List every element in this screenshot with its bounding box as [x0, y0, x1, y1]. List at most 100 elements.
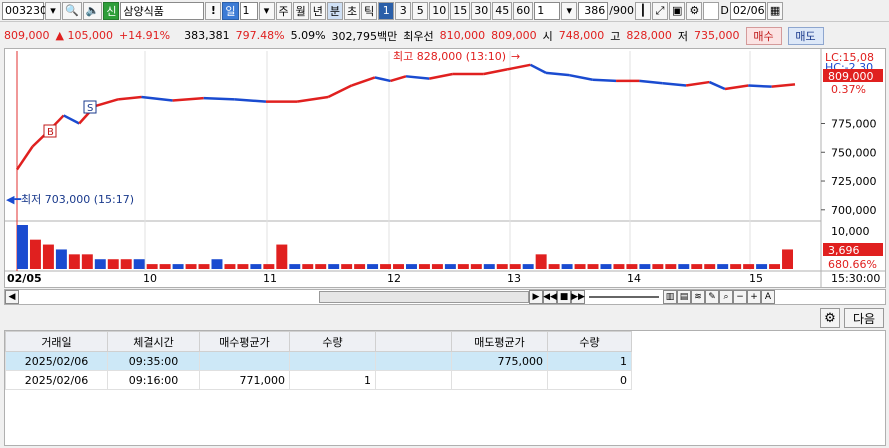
sound-icon[interactable]: 🔈 [82, 1, 103, 20]
save-icon[interactable]: ▣ [668, 1, 686, 20]
period-day-tab[interactable]: 일 [222, 1, 239, 20]
volume-bar [639, 264, 651, 269]
volume-bar [717, 264, 729, 269]
minute-1-button[interactable]: 1 [378, 1, 395, 20]
y-axis-tick-label: 700,000 [831, 204, 877, 217]
period-value-input[interactable]: 1 [239, 1, 258, 20]
zoom-icon[interactable]: ⌕ [719, 290, 733, 304]
price-segment [529, 63, 547, 74]
volume-bar [561, 264, 573, 269]
x-label-10: 10 [143, 272, 157, 285]
price-segment [545, 71, 570, 77]
price-segment [374, 76, 391, 83]
minute-60-button[interactable]: 60 [513, 1, 534, 20]
layout-icon[interactable]: ▥ [663, 290, 677, 304]
next-button[interactable]: 다음 [844, 308, 884, 328]
volume-bar [535, 254, 547, 269]
volume-bar [769, 264, 781, 269]
buy-button[interactable]: 매수 [745, 26, 782, 45]
stock-name-field[interactable]: 삼양식품 [120, 1, 205, 20]
volume-bar [211, 259, 223, 269]
volume-bar [380, 264, 392, 269]
price-segment [662, 81, 687, 87]
split-icon[interactable]: ▤ [677, 290, 691, 304]
unit-dropdown[interactable]: ▾ [561, 1, 578, 20]
alert-button[interactable]: ! [205, 1, 222, 20]
price-segment [708, 80, 726, 91]
count-input[interactable]: 386 [578, 1, 609, 20]
period-second-tab[interactable]: 초 [344, 1, 361, 20]
period-year-tab[interactable]: 년 [309, 1, 326, 20]
volume-bar [263, 264, 275, 269]
stock-code-input[interactable]: 003230 [2, 1, 47, 20]
scroll-track[interactable] [19, 290, 529, 304]
rewind-icon[interactable]: ◀◀ [543, 290, 557, 304]
candle-icon[interactable]: ┃ [634, 1, 651, 20]
volume-current-label: 3,696 [828, 244, 860, 257]
x-label-0205: 02/05 [7, 272, 42, 285]
period-week-tab[interactable]: 주 [275, 1, 292, 20]
col-empty [375, 331, 452, 352]
x-label-time: 15:30:00 [831, 272, 880, 285]
date-input[interactable]: 02/06 [729, 1, 766, 20]
minute-3-button[interactable]: 3 [395, 1, 412, 20]
stop-icon[interactable]: ■ [557, 290, 571, 304]
price-segment [724, 84, 749, 91]
price-segment [296, 95, 329, 103]
price-segment [351, 76, 376, 87]
draw-icon[interactable]: ⤢ [651, 1, 668, 20]
table-row[interactable]: 2025/02/06 09:16:00 771,000 1 0 [5, 370, 632, 390]
price-chart[interactable]: 최고 828,000 (13:10) → ◀━ 최저 703,000 (15:1… [4, 48, 886, 288]
minute-30-button[interactable]: 30 [471, 1, 492, 20]
open-price: 748,000 [558, 29, 605, 42]
minute-45-button[interactable]: 45 [492, 1, 513, 20]
font-icon[interactable]: A [761, 290, 775, 304]
volume-bar [42, 244, 54, 269]
minus-icon[interactable]: − [733, 290, 747, 304]
gear-icon[interactable]: ⚙ [686, 1, 703, 20]
unit-input[interactable]: 1 [534, 1, 561, 20]
volume-bar [250, 264, 262, 269]
period-tick-tab[interactable]: 틱 [361, 1, 378, 20]
scroll-left-button[interactable]: ◀ [5, 290, 19, 304]
volume-bar [626, 264, 638, 269]
y-axis-tick-label: 725,000 [831, 175, 877, 188]
sell-button[interactable]: 매도 [787, 26, 824, 45]
volume-bar [574, 264, 586, 269]
buy-marker: B [47, 127, 54, 138]
volume-bar [81, 254, 93, 269]
volume-axis-top: 10,000 [831, 225, 870, 238]
price-chart-svg: 최고 828,000 (13:10) → ◀━ 최저 703,000 (15:1… [5, 49, 885, 287]
play-icon[interactable]: ▶▶ [571, 290, 585, 304]
volume-bar [522, 264, 534, 269]
period-value-dropdown[interactable]: ▾ [258, 1, 275, 20]
calendar-icon[interactable]: ▦ [766, 1, 784, 20]
price-segment [203, 96, 235, 101]
x-label-11: 11 [263, 272, 277, 285]
plus-icon[interactable]: + [747, 290, 761, 304]
d-checkbox[interactable] [703, 1, 720, 20]
period-minute-tab[interactable]: 분 [326, 1, 344, 20]
period-month-tab[interactable]: 월 [292, 1, 309, 20]
indicator-icon[interactable]: ≋ [691, 290, 705, 304]
minute-5-button[interactable]: 5 [412, 1, 429, 20]
volume-bar [237, 264, 249, 269]
volume-bar [224, 264, 236, 269]
tool-icon[interactable]: ✎ [705, 290, 719, 304]
price-segment [234, 98, 267, 103]
search-icon[interactable]: 🔍 [62, 1, 82, 20]
minute-10-button[interactable]: 10 [429, 1, 450, 20]
volume-bar [328, 264, 340, 269]
price-segment [483, 68, 508, 76]
zoom-slider[interactable] [589, 296, 659, 298]
code-dropdown-button[interactable]: ▾ [45, 1, 61, 20]
chart-scrollbar[interactable]: ◀ ▶ ◀◀ ■ ▶▶ ▥ ▤ ≋ ✎ ⌕ − + A [4, 289, 886, 305]
volume-bar [367, 264, 379, 269]
price-segment [771, 83, 796, 88]
panel-gear-icon[interactable]: ⚙ [820, 308, 840, 328]
scroll-right-button[interactable]: ▶ [529, 290, 543, 304]
scroll-thumb[interactable] [319, 291, 529, 303]
minute-15-button[interactable]: 15 [450, 1, 471, 20]
current-price-label: 809,000 [828, 70, 874, 83]
table-row[interactable]: 2025/02/06 09:35:00 775,000 1 [5, 351, 632, 371]
